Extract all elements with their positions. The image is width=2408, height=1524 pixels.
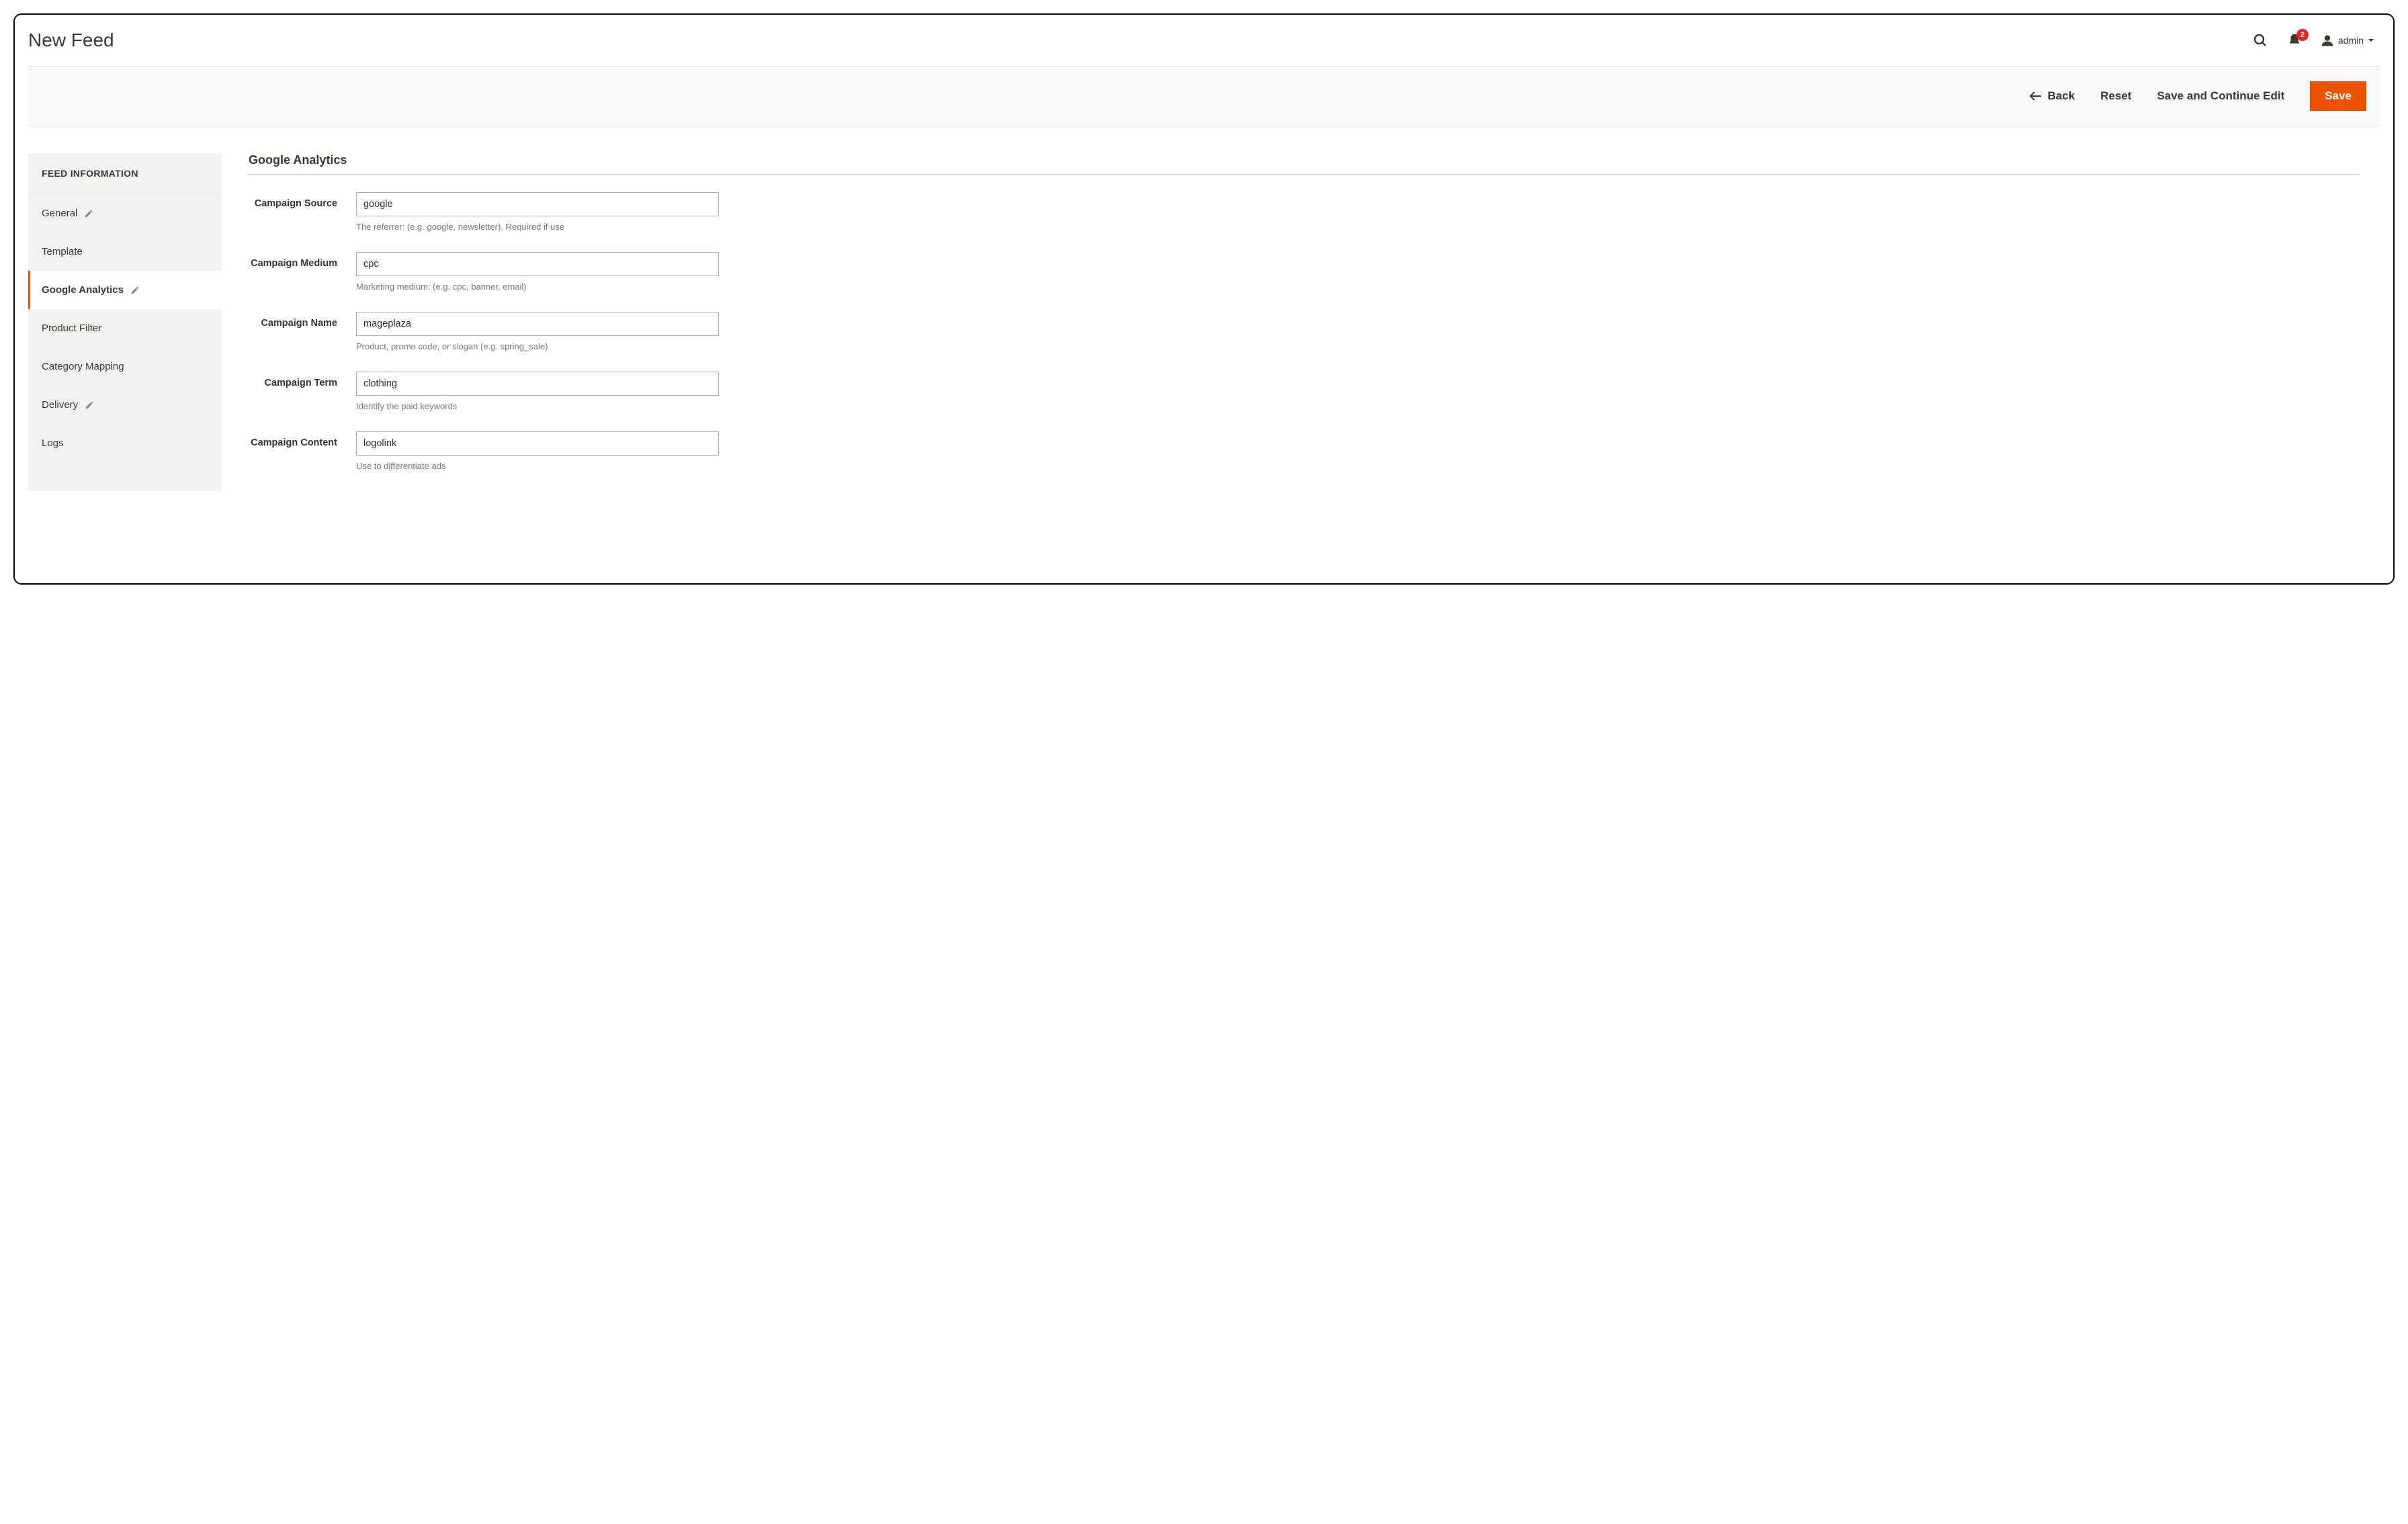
pencil-icon [84,209,93,218]
sidebar-item-delivery[interactable]: Delivery [28,386,222,424]
chevron-down-icon [2368,37,2374,44]
reset-button[interactable]: Reset [2100,89,2131,103]
sidebar-item-label: Category Mapping [42,361,124,372]
campaign-source-label: Campaign Source [249,192,356,232]
campaign-name-label: Campaign Name [249,312,356,351]
sidebar-item-google-analytics[interactable]: Google Analytics [28,271,222,309]
campaign-name-input[interactable] [356,312,719,336]
page-title: New Feed [28,30,114,51]
arrow-left-icon [2030,91,2042,101]
campaign-source-hint: The referrer: (e.g. google, newsletter).… [356,222,719,232]
sidebar-item-label: Delivery [42,399,78,411]
user-icon [2321,34,2334,47]
sidebar-item-label: Product Filter [42,323,101,334]
section-title: Google Analytics [249,153,2360,175]
sidebar-item-logs[interactable]: Logs [28,424,222,462]
campaign-term-label: Campaign Term [249,372,356,411]
sidebar-item-template[interactable]: Template [28,232,222,271]
sidebar-item-product-filter[interactable]: Product Filter [28,309,222,347]
campaign-medium-input[interactable] [356,252,719,276]
notification-badge: 2 [2296,29,2309,41]
sidebar-item-general[interactable]: General [28,194,222,232]
sidebar-item-category-mapping[interactable]: Category Mapping [28,347,222,386]
sidebar-item-label: Template [42,246,83,257]
sidebar-item-label: Logs [42,437,64,449]
pencil-icon [130,286,140,295]
campaign-medium-hint: Marketing medium: (e.g. cpc, banner, ema… [356,282,719,292]
notifications-icon[interactable]: 2 [2287,33,2302,48]
sidebar-header: FEED INFORMATION [28,153,222,194]
save-continue-button[interactable]: Save and Continue Edit [2157,89,2284,103]
pencil-icon [85,400,94,410]
admin-username: admin [2338,35,2364,46]
campaign-content-label: Campaign Content [249,431,356,471]
campaign-content-hint: Use to differentiate ads [356,461,719,471]
campaign-content-input[interactable] [356,431,719,456]
admin-user-menu[interactable]: admin [2321,34,2374,47]
back-button[interactable]: Back [2030,89,2075,103]
campaign-medium-label: Campaign Medium [249,252,356,292]
campaign-name-hint: Product, promo code, or slogan (e.g. spr… [356,341,719,351]
search-icon[interactable] [2252,32,2268,48]
save-button[interactable]: Save [2310,81,2366,111]
sidebar: FEED INFORMATION General Template Google… [28,153,222,491]
campaign-term-hint: Identify the paid keywords [356,401,719,411]
sidebar-item-label: General [42,208,77,219]
campaign-term-input[interactable] [356,372,719,396]
campaign-source-input[interactable] [356,192,719,216]
sidebar-item-label: Google Analytics [42,284,124,296]
